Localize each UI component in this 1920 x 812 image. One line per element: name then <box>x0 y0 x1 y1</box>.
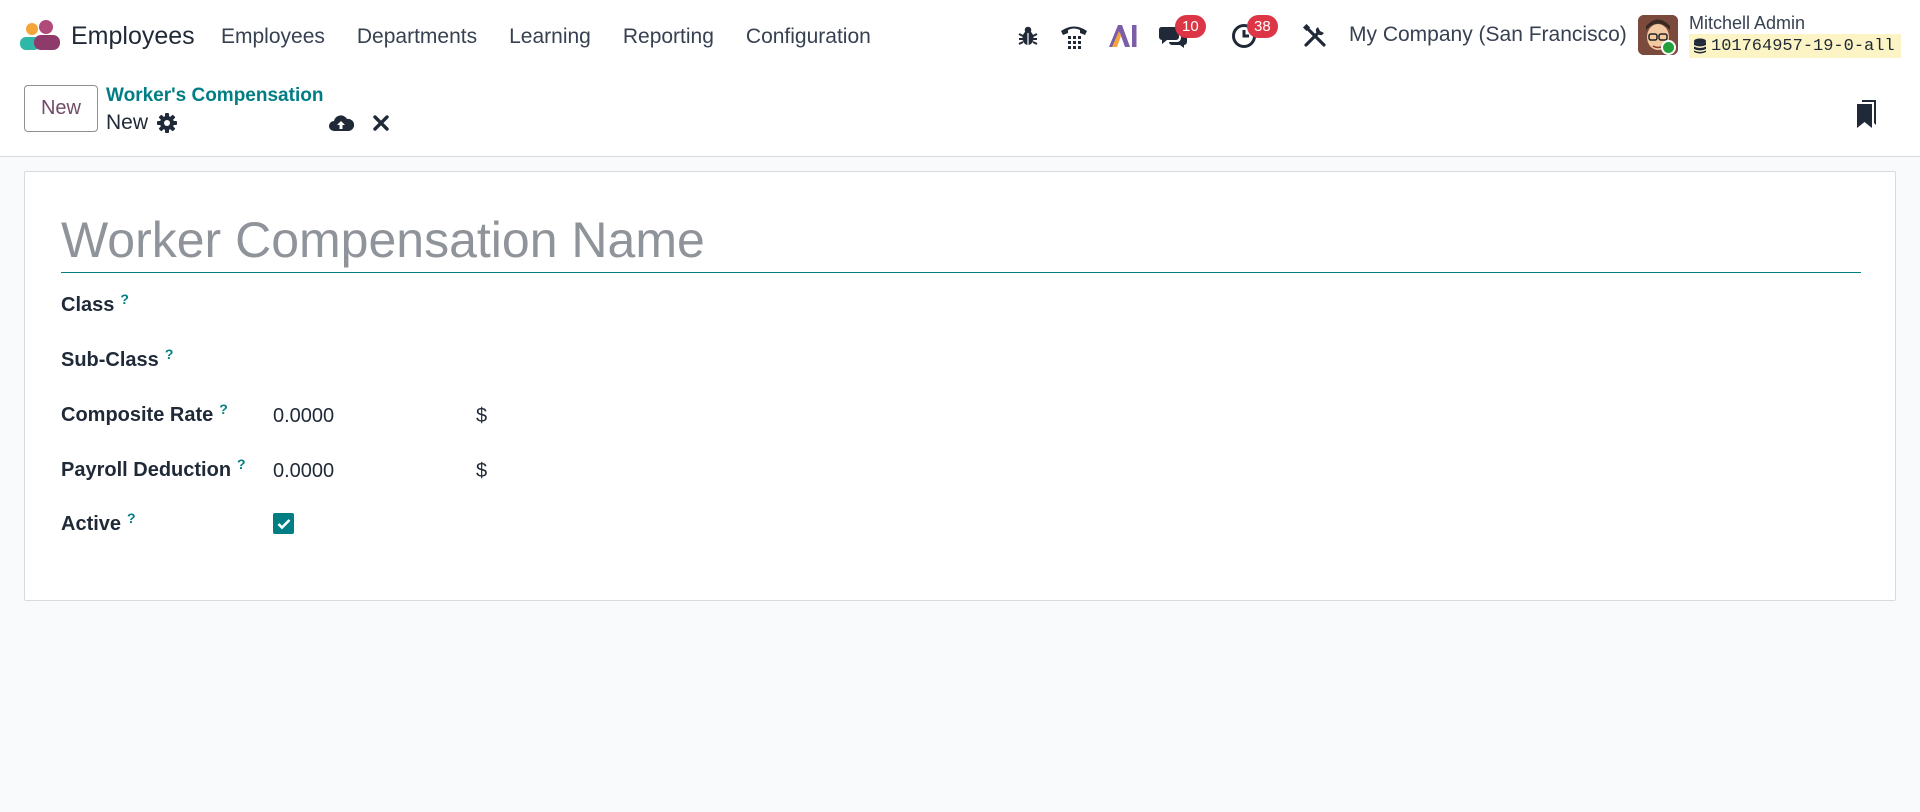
help-tooltip-icon[interactable]: ? <box>219 401 228 417</box>
messages-icon[interactable]: 10 <box>1158 15 1206 52</box>
employees-app-icon <box>20 20 60 52</box>
user-name[interactable]: Mitchell Admin <box>1689 13 1805 34</box>
worker-compensation-name-input[interactable] <box>61 208 1861 273</box>
menu-departments[interactable]: Departments <box>357 25 477 49</box>
bug-icon[interactable] <box>1015 20 1041 52</box>
field-active: Active? <box>61 510 361 543</box>
current-record-name: New <box>106 111 149 134</box>
menu-reporting[interactable]: Reporting <box>623 25 714 49</box>
payroll-deduction-label: Payroll Deduction? <box>61 456 246 481</box>
breadcrumb-worker-compensation[interactable]: Worker's Compensation <box>106 85 323 107</box>
database-icon <box>1694 38 1706 54</box>
help-tooltip-icon[interactable]: ? <box>237 456 246 472</box>
class-label: Class? <box>61 291 129 316</box>
payroll-deduction-input[interactable]: 0.0000 <box>273 460 334 483</box>
composite-rate-label: Composite Rate? <box>61 401 228 426</box>
field-class: Class? <box>61 291 361 324</box>
debug-tools-icon[interactable] <box>1302 20 1328 52</box>
activities-icon[interactable]: 38 <box>1230 15 1278 52</box>
active-checkbox[interactable] <box>273 513 294 534</box>
help-tooltip-icon[interactable]: ? <box>120 291 129 307</box>
field-sub-class: Sub-Class? <box>61 346 361 379</box>
sub-class-label: Sub-Class? <box>61 346 174 371</box>
close-icon[interactable] <box>371 113 391 133</box>
help-tooltip-icon[interactable]: ? <box>165 346 174 362</box>
active-label: Active? <box>61 510 136 535</box>
new-record-button[interactable]: New <box>24 85 98 132</box>
app-brand[interactable]: Employees <box>20 18 195 54</box>
help-tooltip-icon[interactable]: ? <box>127 510 136 526</box>
company-switcher[interactable]: My Company (San Francisco) <box>1349 23 1627 47</box>
top-navbar: Employees Employees Departments Learning… <box>0 0 1920 73</box>
payroll-deduction-currency: $ <box>476 460 488 482</box>
database-name: 101764957-19-0-all <box>1711 36 1895 56</box>
ai-icon[interactable] <box>1108 20 1138 52</box>
field-payroll-deduction: Payroll Deduction? 0.0000 $ <box>61 456 521 489</box>
database-tag: 101764957-19-0-all <box>1689 34 1901 58</box>
online-status-dot <box>1661 40 1676 55</box>
composite-rate-currency: $ <box>476 405 488 427</box>
menu-configuration[interactable]: Configuration <box>746 25 871 49</box>
gear-icon[interactable] <box>157 113 177 133</box>
bookmark-icon[interactable] <box>1855 99 1879 129</box>
menu-learning[interactable]: Learning <box>509 25 591 49</box>
checkmark-icon <box>277 518 290 529</box>
cloud-upload-icon[interactable] <box>328 112 355 134</box>
field-composite-rate: Composite Rate? 0.0000 $ <box>61 401 521 434</box>
control-panel: New Worker's Compensation New <box>0 73 1920 157</box>
form-sheet: Class? Sub-Class? Composite Rate? 0.0000… <box>24 171 1896 601</box>
composite-rate-input[interactable]: 0.0000 <box>273 405 334 428</box>
phone-icon[interactable] <box>1058 20 1090 52</box>
messages-badge: 10 <box>1175 15 1206 38</box>
app-name: Employees <box>71 21 195 50</box>
menu-employees[interactable]: Employees <box>221 25 325 49</box>
activities-badge: 38 <box>1247 15 1278 38</box>
main-menu: Employees Departments Learning Reporting… <box>221 0 903 73</box>
